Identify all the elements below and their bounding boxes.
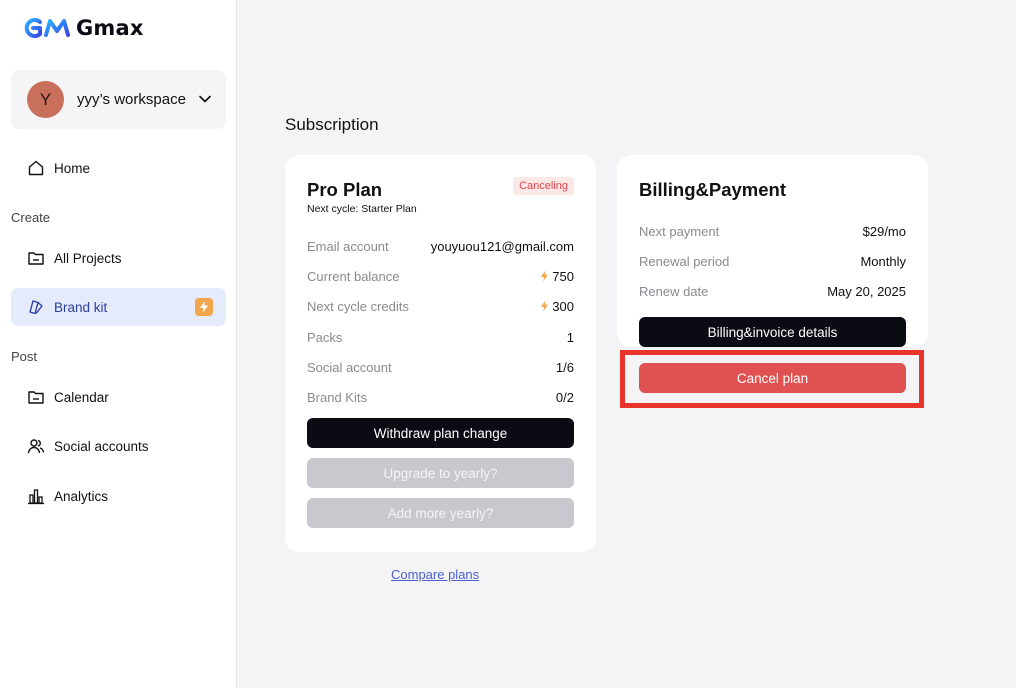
- billing-title: Billing&Payment: [639, 179, 786, 200]
- cancel-plan-button[interactable]: Cancel plan: [639, 363, 906, 393]
- add-more-yearly-button[interactable]: Add more yearly?: [307, 498, 574, 528]
- workspace-name: yyy’s workspace: [77, 91, 186, 108]
- billing-row-next-payment: Next payment $29/mo: [639, 222, 906, 240]
- plan-card: Pro Plan Next cycle: Starter Plan Cancel…: [285, 155, 596, 552]
- sidebar-item-label: All Projects: [54, 250, 122, 266]
- row-value: youyuou121@gmail.com: [430, 238, 574, 254]
- brand-name: Gmax: [76, 16, 144, 40]
- plan-row-packs: Packs 1: [307, 328, 574, 346]
- brand-logo[interactable]: Gmax: [22, 16, 144, 40]
- row-value-wrap: 750: [540, 269, 574, 284]
- bar-chart-icon: [26, 486, 46, 506]
- plan-row-social: Social account 1/6: [307, 358, 574, 376]
- section-label-post: Post: [11, 349, 38, 364]
- row-value-wrap: 300: [540, 299, 574, 314]
- billing-row-renew-date: Renew date May 20, 2025: [639, 282, 906, 300]
- plan-name: Pro Plan: [307, 179, 383, 200]
- users-icon: [26, 436, 46, 456]
- workspace-switcher[interactable]: Y yyy’s workspace: [11, 70, 226, 129]
- row-value: 0/2: [555, 389, 574, 405]
- row-value: 750: [552, 268, 574, 284]
- sidebar: Gmax Y yyy’s workspace Home Create All P…: [0, 0, 237, 688]
- row-value: Monthly: [860, 253, 906, 269]
- sidebar-item-label: Calendar: [54, 389, 109, 405]
- row-label: Social account: [307, 359, 392, 375]
- sidebar-item-label: Home: [54, 160, 91, 176]
- sidebar-item-label: Brand kit: [54, 299, 108, 315]
- sidebar-item-label: Analytics: [54, 488, 109, 504]
- plan-row-next-credits: Next cycle credits 300: [307, 297, 574, 315]
- plan-row-balance: Current balance 750: [307, 267, 574, 285]
- row-label: Current balance: [307, 268, 400, 284]
- lightning-icon: [540, 270, 549, 282]
- billing-card: Billing&Payment Next payment $29/mo Rene…: [617, 155, 928, 393]
- lightning-icon: [195, 298, 213, 316]
- row-value: 1: [566, 329, 574, 345]
- calendar-folder-icon: [26, 387, 46, 407]
- sidebar-item-label: Social accounts: [54, 438, 149, 454]
- upgrade-yearly-button[interactable]: Upgrade to yearly?: [307, 458, 574, 488]
- sidebar-item-analytics[interactable]: Analytics: [11, 477, 226, 515]
- lightning-icon: [540, 300, 549, 312]
- folder-icon: [26, 248, 46, 268]
- avatar: Y: [27, 81, 64, 118]
- plan-row-brand-kits: Brand Kits 0/2: [307, 388, 574, 406]
- row-value: 1/6: [555, 359, 574, 375]
- sidebar-item-brand-kit[interactable]: Brand kit: [11, 288, 226, 326]
- status-badge: Canceling: [513, 177, 574, 195]
- chevron-down-icon: [199, 95, 211, 103]
- compare-plans-link[interactable]: Compare plans: [391, 567, 479, 582]
- row-value: May 20, 2025: [827, 283, 906, 299]
- sidebar-item-home[interactable]: Home: [11, 149, 226, 187]
- page-title: Subscription: [285, 115, 379, 134]
- sidebar-item-calendar[interactable]: Calendar: [11, 378, 226, 416]
- row-label: Brand Kits: [307, 389, 367, 405]
- row-label: Renewal period: [639, 253, 730, 269]
- next-cycle-text: Next cycle: Starter Plan: [307, 203, 417, 215]
- row-label: Packs: [307, 329, 343, 345]
- row-label: Renew date: [639, 283, 709, 299]
- row-value: 300: [552, 298, 574, 314]
- section-label-create: Create: [11, 210, 51, 225]
- row-label: Next cycle credits: [307, 298, 409, 314]
- billing-row-renewal-period: Renewal period Monthly: [639, 252, 906, 270]
- plan-row-email: Email account youyuou121@gmail.com: [307, 237, 574, 255]
- row-value: $29/mo: [862, 223, 906, 239]
- billing-invoice-details-button[interactable]: Billing&invoice details: [639, 317, 906, 347]
- sidebar-item-all-projects[interactable]: All Projects: [11, 239, 226, 277]
- row-label: Email account: [307, 238, 389, 254]
- home-icon: [26, 158, 46, 178]
- row-label: Next payment: [639, 223, 720, 239]
- gmax-logo-icon: [24, 18, 70, 38]
- withdraw-plan-change-button[interactable]: Withdraw plan change: [307, 418, 574, 448]
- brand-kit-icon: [26, 297, 46, 317]
- sidebar-item-social-accounts[interactable]: Social accounts: [11, 427, 226, 465]
